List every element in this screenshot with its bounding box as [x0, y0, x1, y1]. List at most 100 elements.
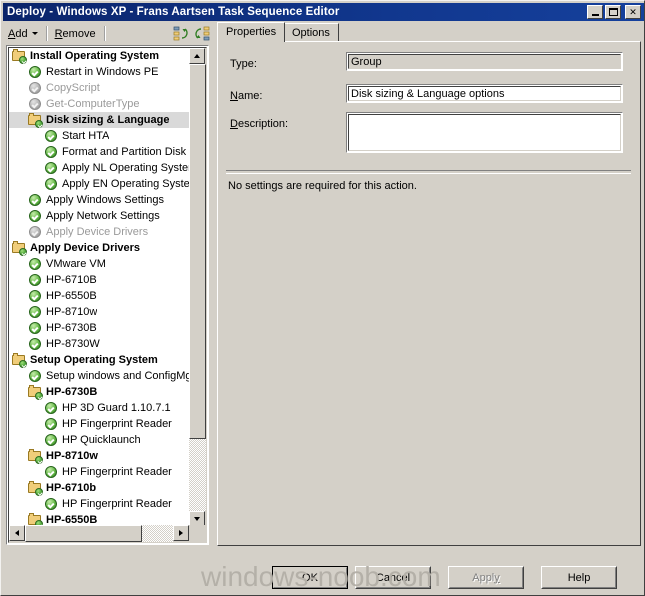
tree-item[interactable]: Start HTA	[9, 128, 189, 144]
tree-item[interactable]: Setup Operating System	[9, 352, 189, 368]
tree-item[interactable]: Setup windows and ConfigMgr	[9, 368, 189, 384]
remove-button[interactable]: Remove	[50, 26, 102, 42]
tree-item[interactable]: Apply Device Drivers	[9, 240, 189, 256]
tree-item[interactable]: HP-8710w	[9, 448, 189, 464]
green-check-icon	[27, 256, 43, 272]
description-field[interactable]	[346, 112, 623, 153]
tree-item[interactable]: HP Fingerprint Reader	[9, 496, 189, 512]
tree-item-label: Apply Device Drivers	[46, 226, 149, 238]
task-sequence-tree[interactable]: Install Operating System Restart in Windo…	[9, 48, 189, 527]
tree-item[interactable]: HP-6730B	[9, 384, 189, 400]
tree-item[interactable]: HP-6710B	[9, 272, 189, 288]
tree-item[interactable]: Apply EN Operating System	[9, 176, 189, 192]
tree-item[interactable]: Get-ComputerType	[9, 96, 189, 112]
tree-item-label: Setup windows and ConfigMgr	[46, 370, 189, 382]
scroll-right-button[interactable]	[173, 525, 189, 541]
tree-item[interactable]: HP-6730B	[9, 320, 189, 336]
tree-item-label: Apply NL Operating System	[62, 162, 189, 174]
tree-item-label: HP Quicklaunch	[62, 434, 141, 446]
tree-item[interactable]: CopyScript	[9, 80, 189, 96]
scrollbar-corner	[189, 525, 206, 542]
ok-label: OK	[273, 567, 347, 588]
tree-item[interactable]: Disk sizing & Language	[9, 112, 189, 128]
tree-item[interactable]: Restart in Windows PE	[9, 64, 189, 80]
green-check-icon	[27, 336, 43, 352]
tree-item-label: Start HTA	[62, 130, 110, 142]
name-label: Name:	[230, 90, 263, 102]
section-separator	[226, 170, 631, 174]
tree-item-label: Get-ComputerType	[46, 98, 140, 110]
move-down-icon[interactable]	[193, 26, 211, 42]
tree-item-label: Format and Partition Disk	[62, 146, 187, 158]
tree-item-label: Apply Windows Settings	[46, 194, 164, 206]
tree-item[interactable]: HP Fingerprint Reader	[9, 416, 189, 432]
vscroll-thumb[interactable]	[189, 64, 206, 439]
ok-button[interactable]: OK	[272, 566, 348, 589]
help-button[interactable]: Help	[541, 566, 617, 589]
hscroll-thumb[interactable]	[25, 525, 142, 542]
description-input[interactable]	[348, 114, 621, 151]
help-label: Help	[542, 567, 616, 588]
tree-item[interactable]: Apply Network Settings	[9, 208, 189, 224]
cancel-button[interactable]: Cancel	[355, 566, 431, 589]
tab-options-label: Options	[292, 27, 330, 39]
tree-item-label: HP-6730B	[46, 386, 98, 398]
tree-item[interactable]: HP-6710b	[9, 480, 189, 496]
arrow-up-icon	[194, 54, 200, 58]
tree-item[interactable]: Apply Device Drivers	[9, 224, 189, 240]
name-field[interactable]: Disk sizing & Language options	[346, 84, 623, 103]
tree-item-label: HP-6550B	[46, 290, 97, 302]
window-controls: ✕	[587, 5, 644, 19]
gray-check-icon	[27, 224, 43, 240]
toolbar-separator-2	[103, 26, 106, 41]
tab-properties-label: Properties	[226, 26, 277, 38]
tree-item[interactable]: Install Operating System	[9, 48, 189, 64]
tree-item[interactable]: HP 3D Guard 1.10.7.1	[9, 400, 189, 416]
minimize-icon	[588, 6, 602, 18]
tree-item[interactable]: VMware VM	[9, 256, 189, 272]
tab-strip: Properties Options	[217, 22, 641, 42]
description-row: Description:	[230, 116, 342, 132]
tree-item[interactable]: HP-8710w	[9, 304, 189, 320]
scroll-up-button[interactable]	[189, 48, 205, 64]
tree-item[interactable]: HP-6550B	[9, 288, 189, 304]
toolbar-separator-1	[45, 26, 48, 41]
apply-button[interactable]: Appl y	[448, 566, 524, 589]
tree-item-label: Apply Device Drivers	[30, 242, 141, 254]
green-check-icon	[43, 400, 59, 416]
tree-item[interactable]: Apply Windows Settings	[9, 192, 189, 208]
tree-item[interactable]: Apply NL Operating System	[9, 160, 189, 176]
scroll-left-button[interactable]	[9, 525, 25, 541]
title-bar[interactable]: Deploy - Windows XP - Frans Aartsen Task…	[3, 3, 644, 21]
folder-group-icon	[27, 112, 43, 128]
tab-options[interactable]: Options	[283, 23, 339, 42]
add-menu-button[interactable]: Add	[3, 26, 44, 42]
tree-item-label: HP-6730B	[46, 322, 97, 334]
tree-item[interactable]: Format and Partition Disk	[9, 144, 189, 160]
folder-group-icon	[11, 352, 27, 368]
tree-item-label: HP-8710w	[46, 450, 98, 462]
tree-item[interactable]: HP-8730W	[9, 336, 189, 352]
apply-label: Appl y	[449, 567, 523, 588]
folder-group-icon	[27, 384, 43, 400]
green-check-icon	[43, 496, 59, 512]
tree-item[interactable]: HP Quicklaunch	[9, 432, 189, 448]
tree-item[interactable]: HP Fingerprint Reader	[9, 464, 189, 480]
name-input[interactable]: Disk sizing & Language options	[348, 86, 621, 101]
close-icon: ✕	[629, 6, 637, 17]
tree-item-label: HP-6710B	[46, 274, 97, 286]
tree-item-label: VMware VM	[46, 258, 106, 270]
green-check-icon	[27, 192, 43, 208]
name-row: Name:	[230, 88, 342, 104]
editor-toolbar: Add Remove	[3, 23, 211, 44]
close-button[interactable]: ✕	[625, 5, 641, 19]
move-up-icon[interactable]	[173, 26, 191, 42]
maximize-button[interactable]	[605, 5, 621, 19]
minimize-button[interactable]	[587, 5, 603, 19]
tab-properties[interactable]: Properties	[217, 22, 286, 42]
tree-horizontal-scrollbar[interactable]	[9, 525, 189, 542]
green-check-icon	[27, 208, 43, 224]
green-check-icon	[43, 464, 59, 480]
folder-group-icon	[27, 480, 43, 496]
tree-vertical-scrollbar[interactable]	[189, 48, 206, 527]
